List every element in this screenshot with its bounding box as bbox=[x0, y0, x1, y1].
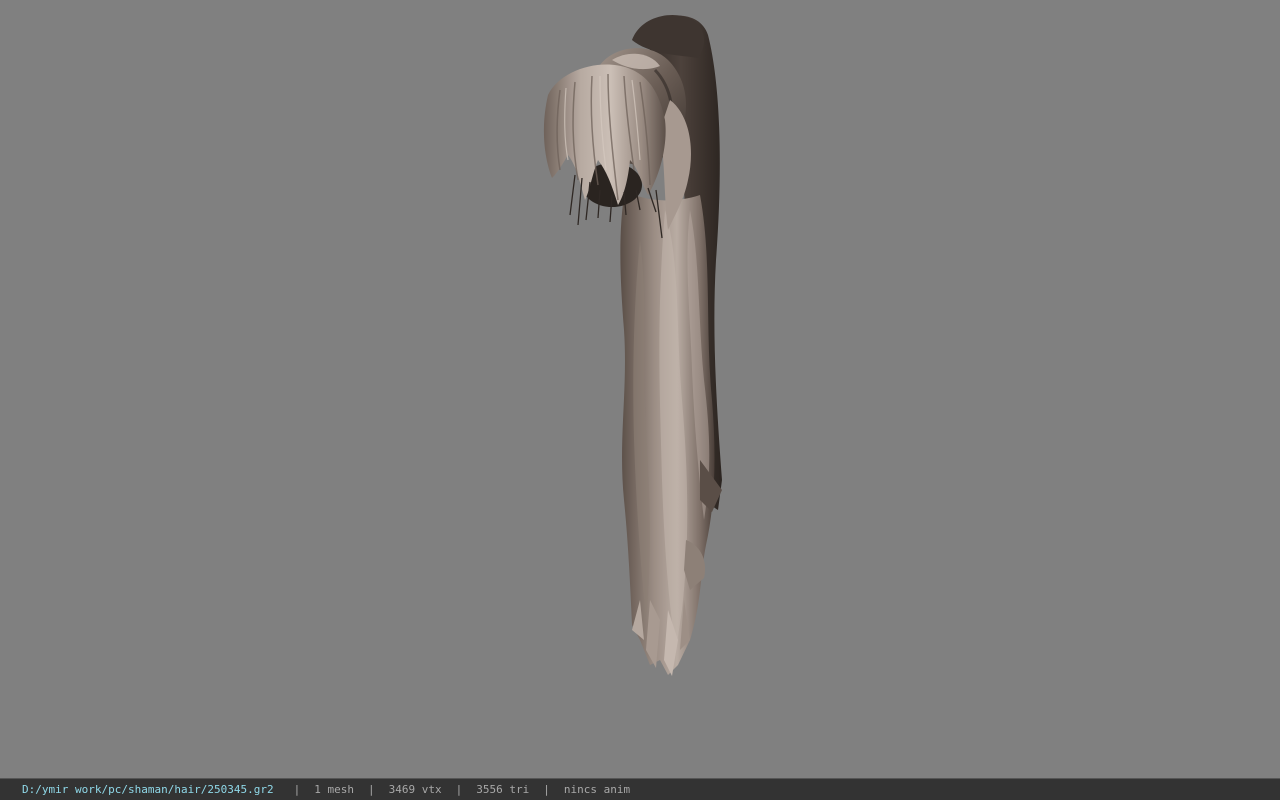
hair-model-render[interactable] bbox=[0, 0, 1280, 778]
status-bar: D:/ymir work/pc/shaman/hair/250345.gr2 | 1… bbox=[0, 778, 1280, 800]
animation-status: nincs anim bbox=[563, 783, 631, 796]
separator: | bbox=[293, 783, 301, 796]
triangle-count: 3556 tri bbox=[476, 783, 530, 796]
file-path: D:/ymir work/pc/shaman/hair/250345.gr2 bbox=[22, 783, 274, 796]
mesh-count: 1 mesh bbox=[314, 783, 355, 796]
separator: | bbox=[368, 783, 375, 796]
3d-viewport[interactable] bbox=[0, 0, 1280, 778]
vertex-count: 3469 vtx bbox=[388, 783, 442, 796]
separator: | bbox=[543, 783, 550, 796]
separator: | bbox=[455, 783, 463, 796]
